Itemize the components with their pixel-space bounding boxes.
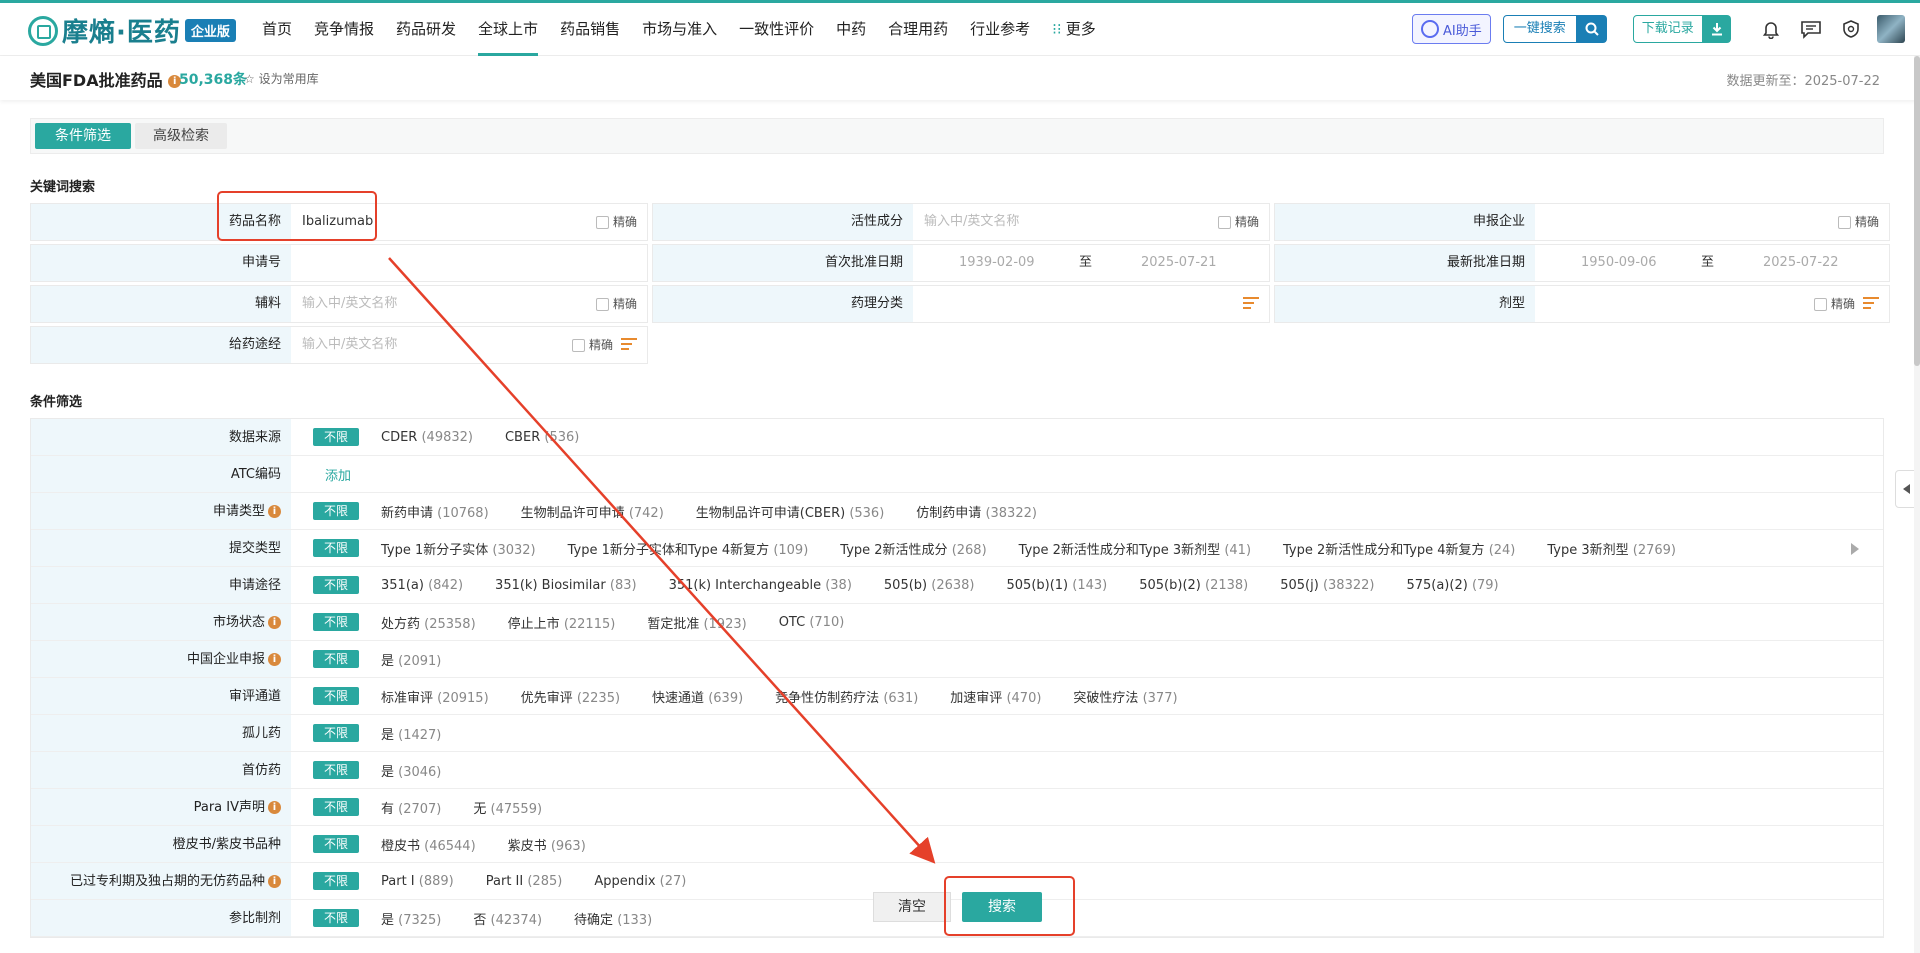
chevron-left-icon xyxy=(1902,484,1910,494)
annotation-arrow xyxy=(388,257,936,864)
page-scrollbar[interactable] xyxy=(1914,56,1920,953)
